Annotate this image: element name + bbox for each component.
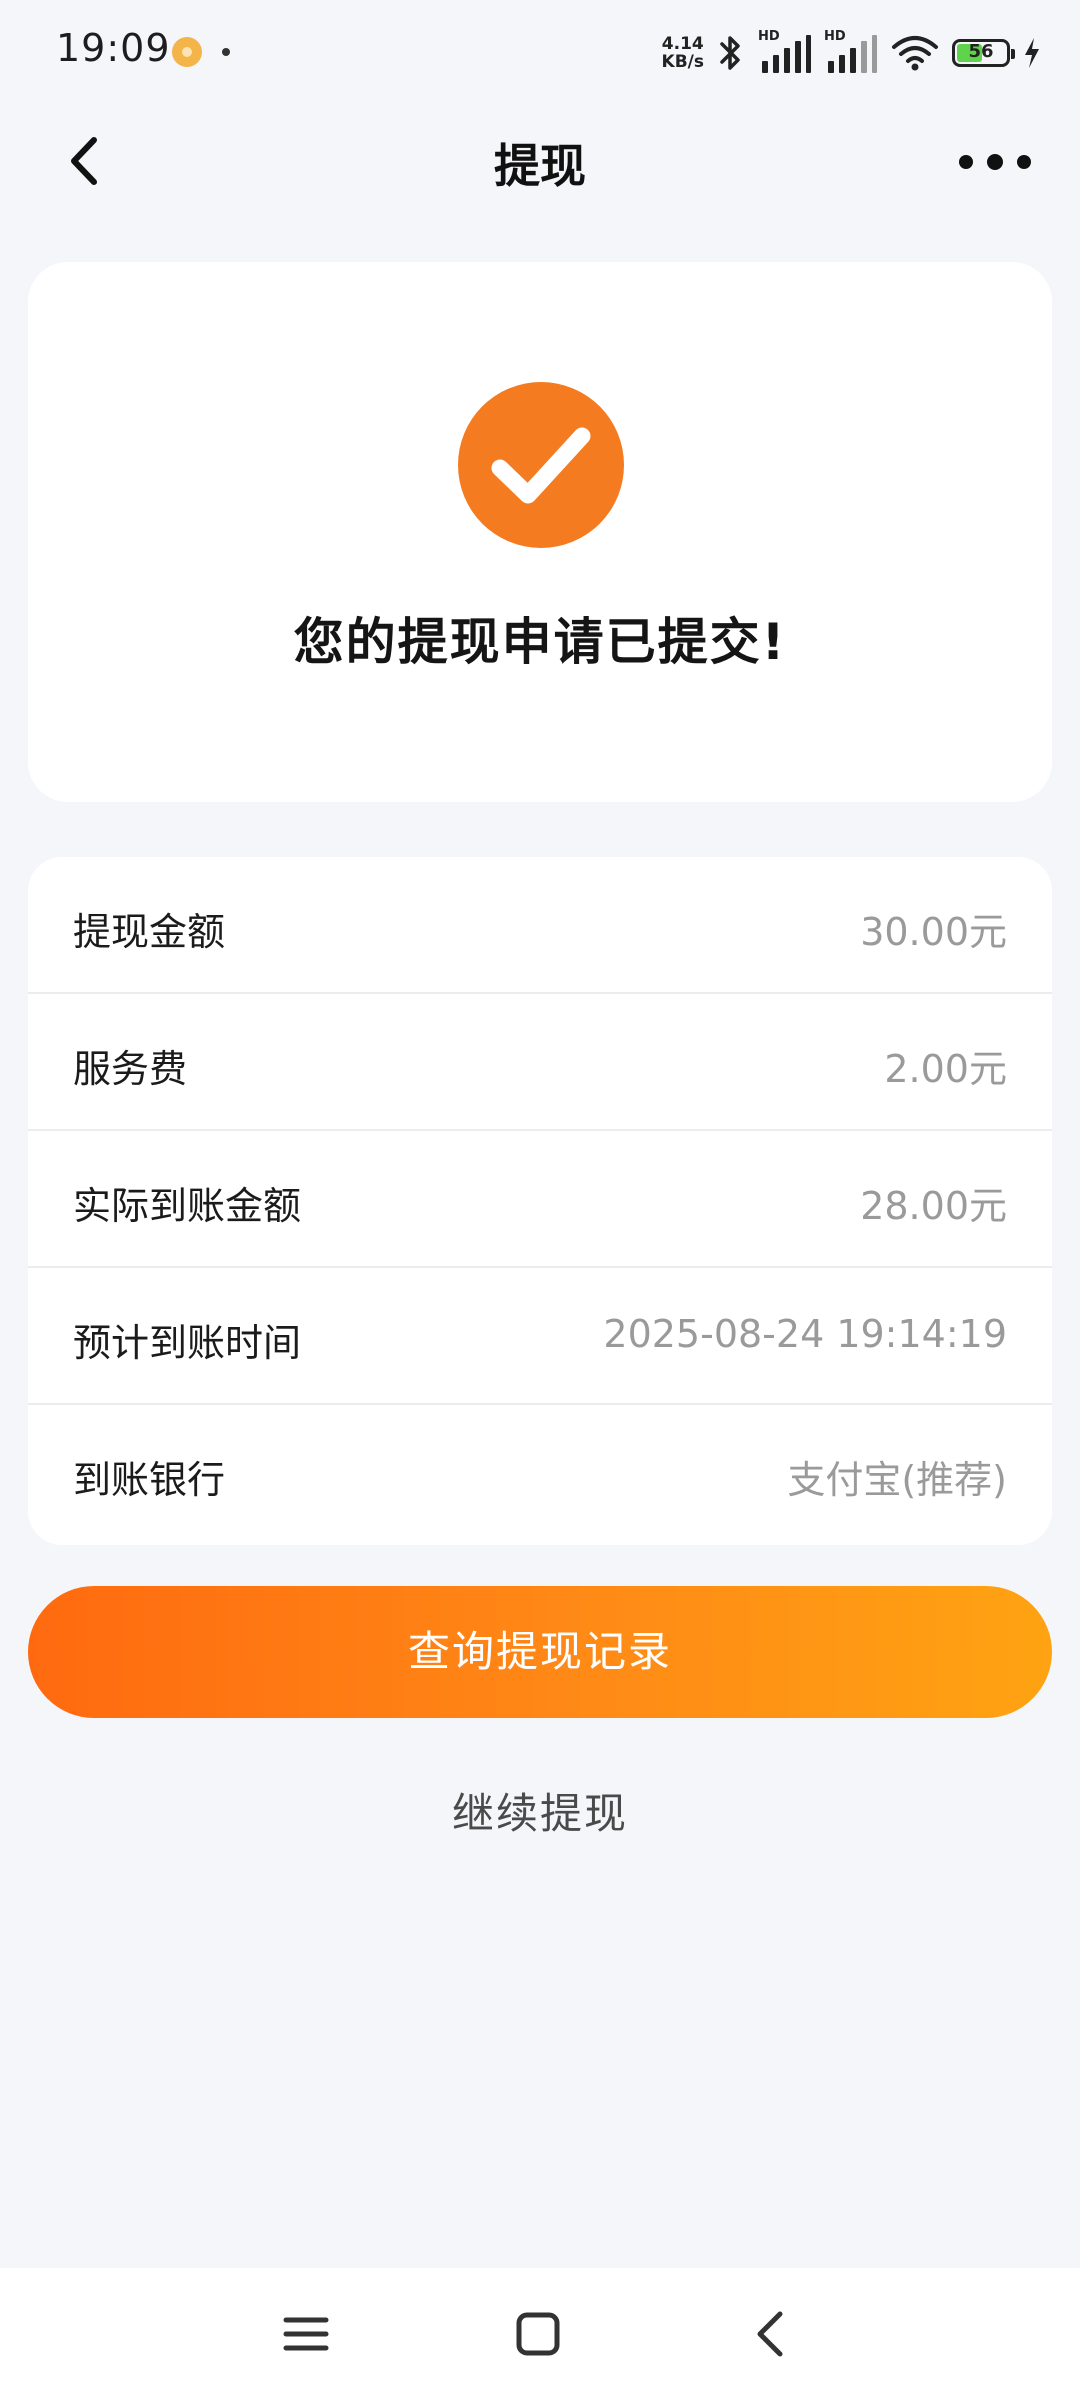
page-title: 提现 xyxy=(494,139,586,193)
battery-icon: 56 xyxy=(952,39,1015,67)
detail-label: 服务费 xyxy=(73,1047,188,1091)
detail-label: 预计到账时间 xyxy=(73,1321,302,1365)
wifi-icon xyxy=(892,36,938,71)
network-speed: 4.14 KB/s xyxy=(662,35,704,71)
bluetooth-icon xyxy=(720,36,740,70)
detail-row-actual-amount: 实际到账金额 28.00元 xyxy=(28,1131,1052,1268)
detail-label: 提现金额 xyxy=(73,910,226,954)
signal-icon xyxy=(762,35,811,73)
signal-icon xyxy=(828,35,877,73)
nav-menu-button[interactable] xyxy=(270,2298,342,2370)
detail-value: 2.00元 xyxy=(884,1047,1007,1091)
system-nav-bar xyxy=(0,2268,1080,2400)
nav-home-button[interactable] xyxy=(502,2298,574,2370)
signal-strength-2: HD xyxy=(824,29,878,75)
detail-label: 到账银行 xyxy=(73,1458,226,1502)
success-card: 您的提现申请已提交! xyxy=(28,262,1052,802)
detail-value: 28.00元 xyxy=(860,1184,1007,1228)
more-options-button[interactable] xyxy=(950,132,1040,192)
nav-back-button[interactable] xyxy=(736,2298,808,2370)
detail-value: 支付宝(推荐) xyxy=(787,1458,1007,1502)
success-message: 您的提现申请已提交! xyxy=(293,613,787,671)
detail-value: 30.00元 xyxy=(860,910,1007,954)
signal-strength-1: HD xyxy=(758,29,812,75)
detail-row-amount: 提现金额 30.00元 xyxy=(28,857,1052,994)
detail-row-arrival-time: 预计到账时间 2025-08-24 19:14:19 xyxy=(28,1268,1052,1405)
status-icons: 4.14 KB/s HD HD 56 xyxy=(662,28,1042,78)
network-speed-value: 4.14 xyxy=(661,34,704,54)
detail-value: 2025-08-24 19:14:19 xyxy=(603,1312,1007,1356)
home-square-icon xyxy=(516,2312,560,2356)
notification-app-icon xyxy=(172,37,202,67)
charging-icon xyxy=(1025,38,1039,68)
detail-row-bank: 到账银行 支付宝(推荐) xyxy=(28,1405,1052,1542)
detail-label: 实际到账金额 xyxy=(73,1184,302,1228)
battery-tip xyxy=(1011,49,1015,59)
app-header: 提现 xyxy=(0,110,1080,210)
check-circle-icon xyxy=(458,382,624,548)
status-time: 19:09 xyxy=(56,26,171,70)
more-dots-icon xyxy=(959,154,1031,170)
network-speed-unit: KB/s xyxy=(661,52,704,72)
query-withdraw-records-button[interactable]: 查询提现记录 xyxy=(28,1586,1052,1718)
menu-icon xyxy=(283,2317,329,2351)
withdraw-details-card: 提现金额 30.00元 服务费 2.00元 实际到账金额 28.00元 预计到账… xyxy=(28,857,1052,1545)
withdraw-success-page: 19:09 4.14 KB/s HD HD 56 提现 您的提现申请已提交! 提… xyxy=(0,0,1080,2400)
notification-dot-icon xyxy=(222,48,230,56)
battery-level: 56 xyxy=(968,41,994,62)
status-bar: 19:09 4.14 KB/s HD HD 56 xyxy=(0,0,1080,100)
detail-row-service-fee: 服务费 2.00元 xyxy=(28,994,1052,1131)
back-chevron-icon xyxy=(757,2311,783,2357)
continue-withdraw-link[interactable]: 继续提现 xyxy=(0,1780,1080,1841)
